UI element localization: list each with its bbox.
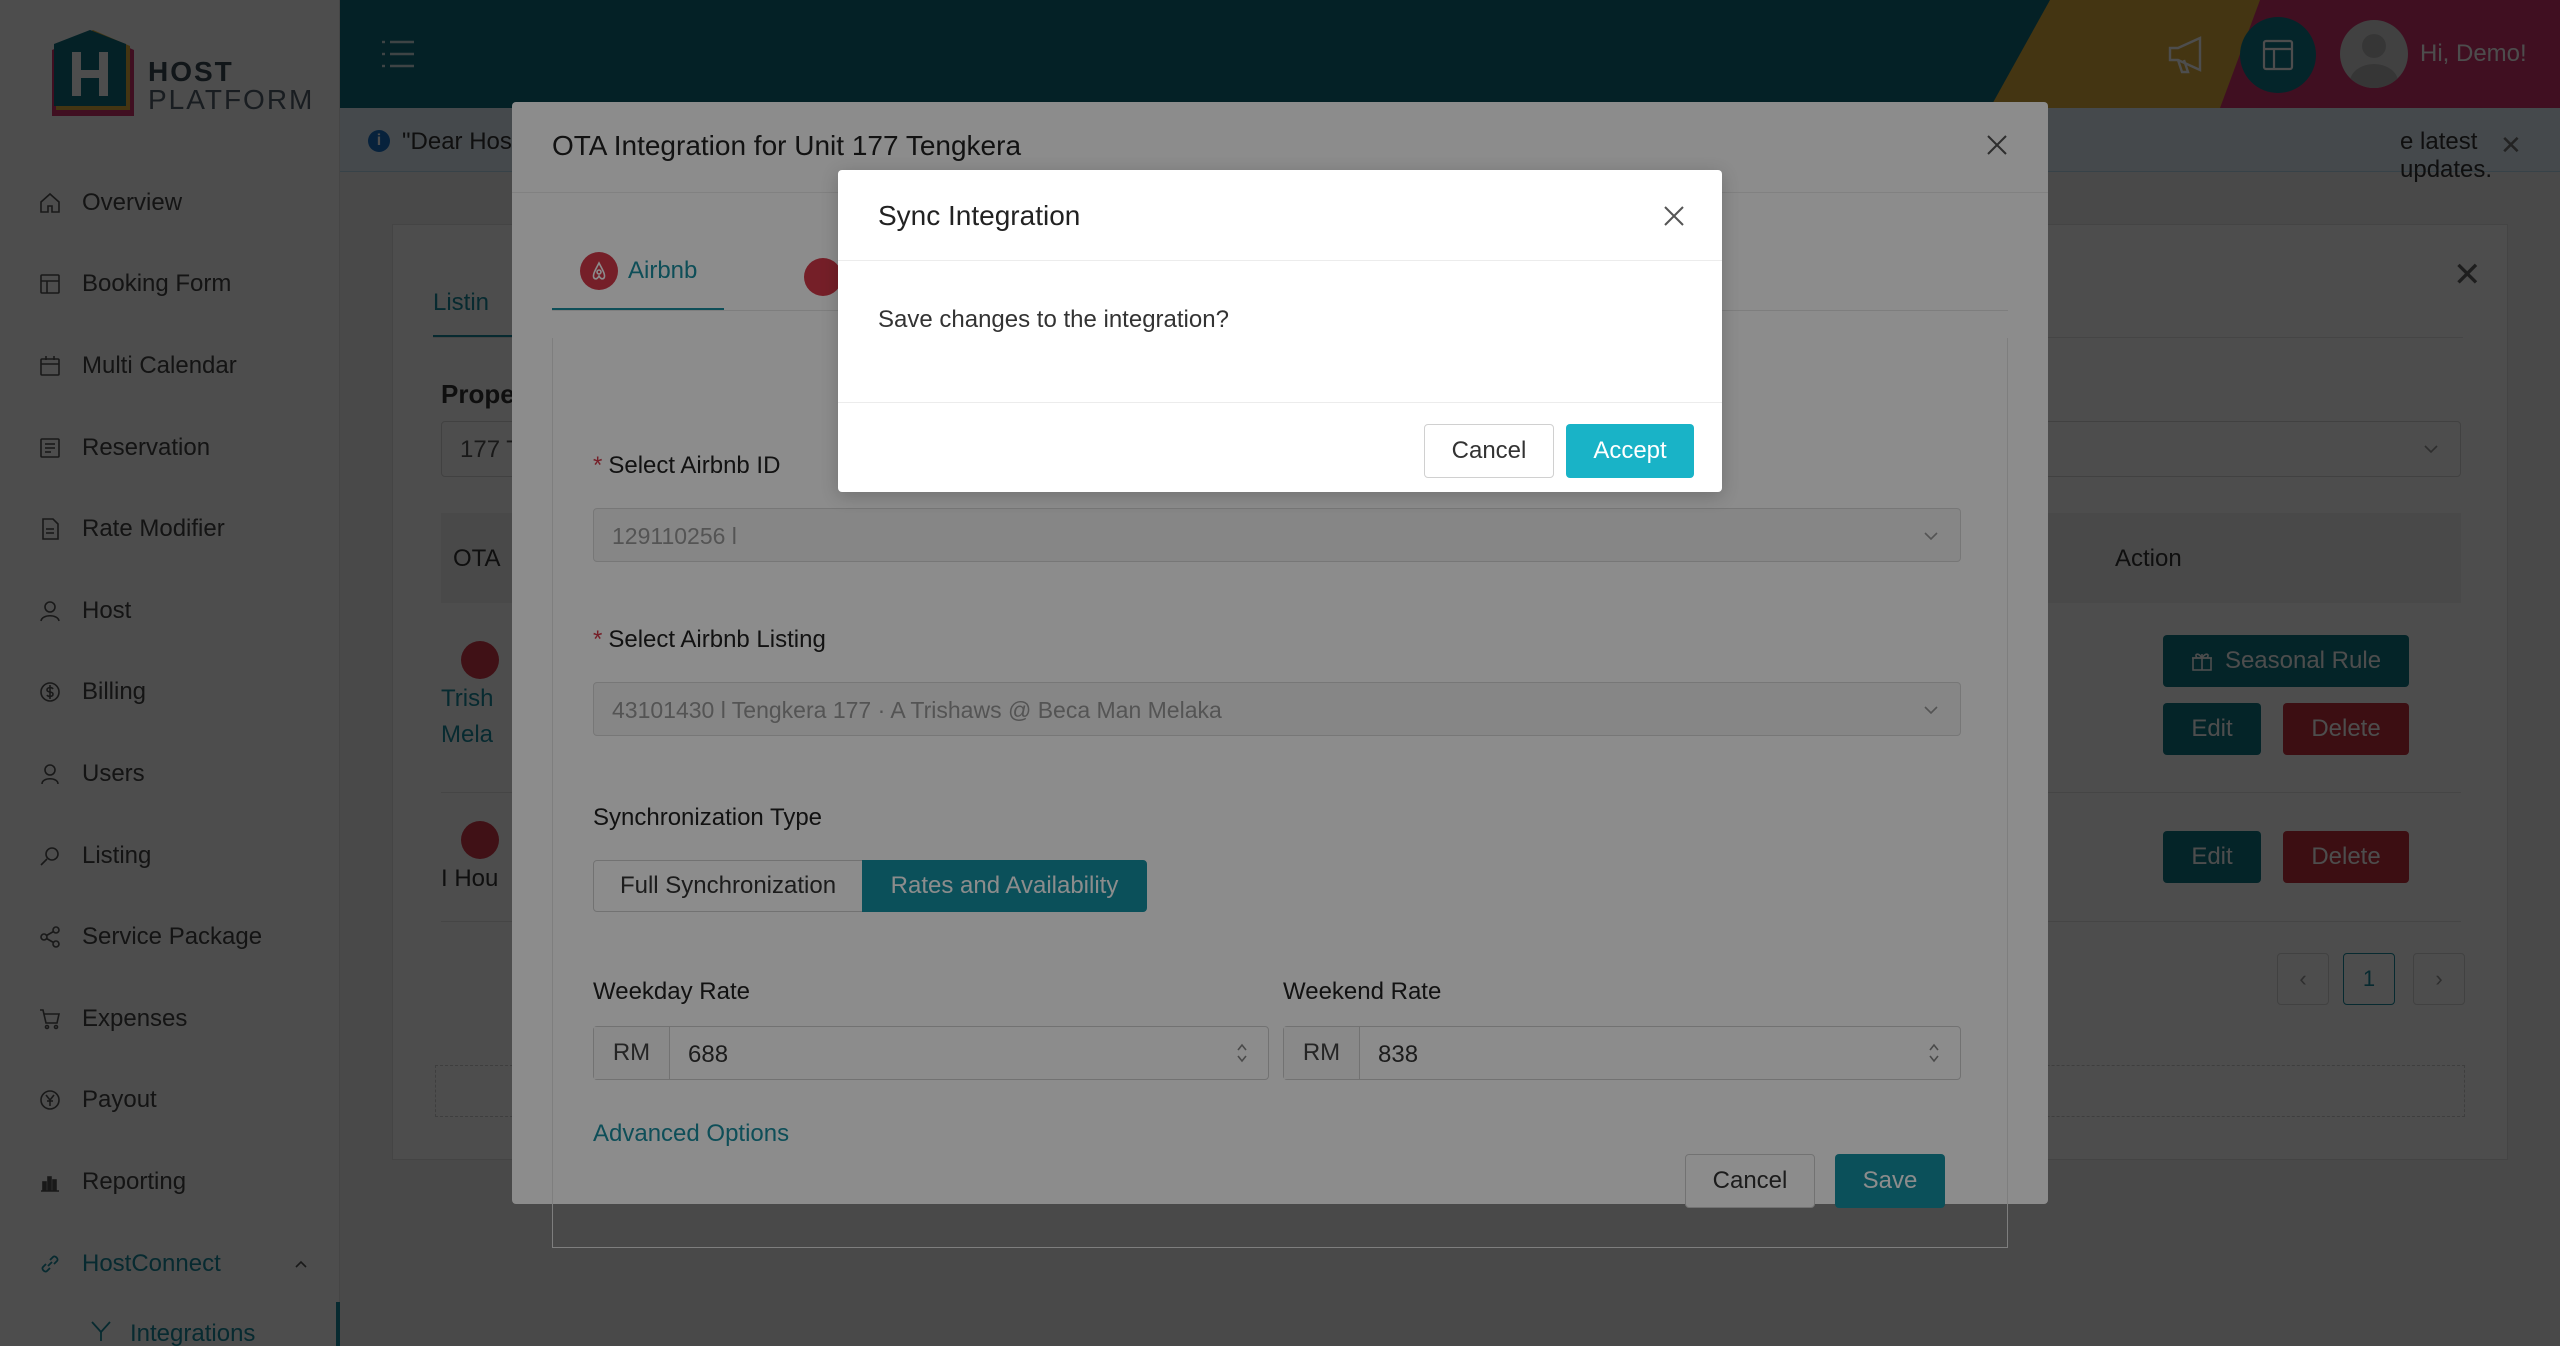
dialog-footer-divider <box>838 402 1722 403</box>
accept-button[interactable]: Accept <box>1566 424 1694 478</box>
accept-label: Accept <box>1593 437 1667 464</box>
sync-integration-dialog: Sync Integration Save changes to the int… <box>838 170 1722 492</box>
dialog-message: Save changes to the integration? <box>878 306 1229 333</box>
dialog-header-divider <box>838 260 1722 261</box>
dialog-title: Sync Integration <box>878 200 1081 231</box>
dialog-cancel-label: Cancel <box>1451 437 1527 464</box>
close-icon[interactable] <box>1660 202 1688 230</box>
dialog-cancel-button[interactable]: Cancel <box>1424 424 1554 478</box>
